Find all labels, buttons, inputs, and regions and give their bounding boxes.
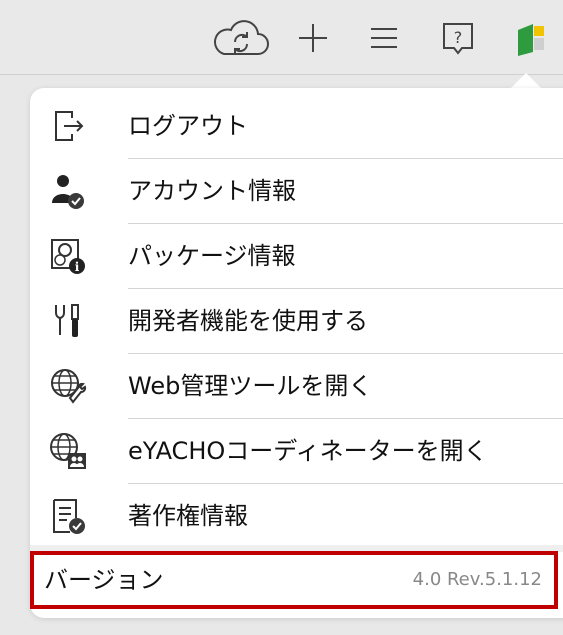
svg-text:i: i [75,260,80,274]
package-info-icon: i [51,239,85,274]
menu-item-logout[interactable]: ログアウト [30,94,563,159]
developer-tools-icon [55,304,79,337]
help-icon: ? [443,23,473,55]
menu-item-copyright[interactable]: 著作権情報 [30,484,563,549]
copyright-icon [53,499,85,534]
menu-item-developer[interactable]: 開発者機能を使用する [30,289,563,354]
logout-icon [55,111,84,141]
menu-item-label: eYACHOコーディネーターを開く [128,437,488,465]
menu-item-account[interactable]: アカウント情報 [30,159,563,224]
help-glyph: ? [454,28,463,47]
add-button[interactable] [291,16,335,60]
version-row: バージョン 4.0 Rev.5.1.12 [30,551,558,609]
app-menu-button[interactable] [508,16,552,60]
menu-button[interactable] [362,16,406,60]
menu-item-coordinator[interactable]: eYACHOコーディネーターを開く [30,419,563,484]
menu-item-web-admin[interactable]: Web管理ツールを開く [30,354,563,419]
menu-item-package-info[interactable]: i パッケージ情報 [30,224,563,289]
popover-arrow [510,73,542,89]
web-admin-icon [51,369,87,404]
menu-item-label: ログアウト [128,112,248,140]
menu-item-label: パッケージ情報 [128,242,296,270]
cloud-sync-button[interactable] [208,16,274,60]
account-icon [52,175,84,209]
toolbar: ? [0,0,563,75]
cloud-sync-icon [214,20,269,55]
menu-item-label: 開発者機能を使用する [128,307,368,335]
app-logo-icon [518,24,544,56]
version-value: 4.0 Rev.5.1.12 [412,569,542,590]
coordinator-icon [50,433,86,469]
help-button[interactable]: ? [436,16,480,60]
menu-item-label: Web管理ツールを開く [128,372,373,400]
hamburger-menu-icon [371,28,397,48]
menu-item-label: アカウント情報 [128,177,296,205]
plus-icon [299,24,327,52]
account-popover: ログアウト アカウント情報 i パッケージ情報 開発者機能を使用する Web管理… [30,88,563,618]
version-label: バージョン [44,566,164,594]
menu-item-label: 著作権情報 [128,502,248,530]
